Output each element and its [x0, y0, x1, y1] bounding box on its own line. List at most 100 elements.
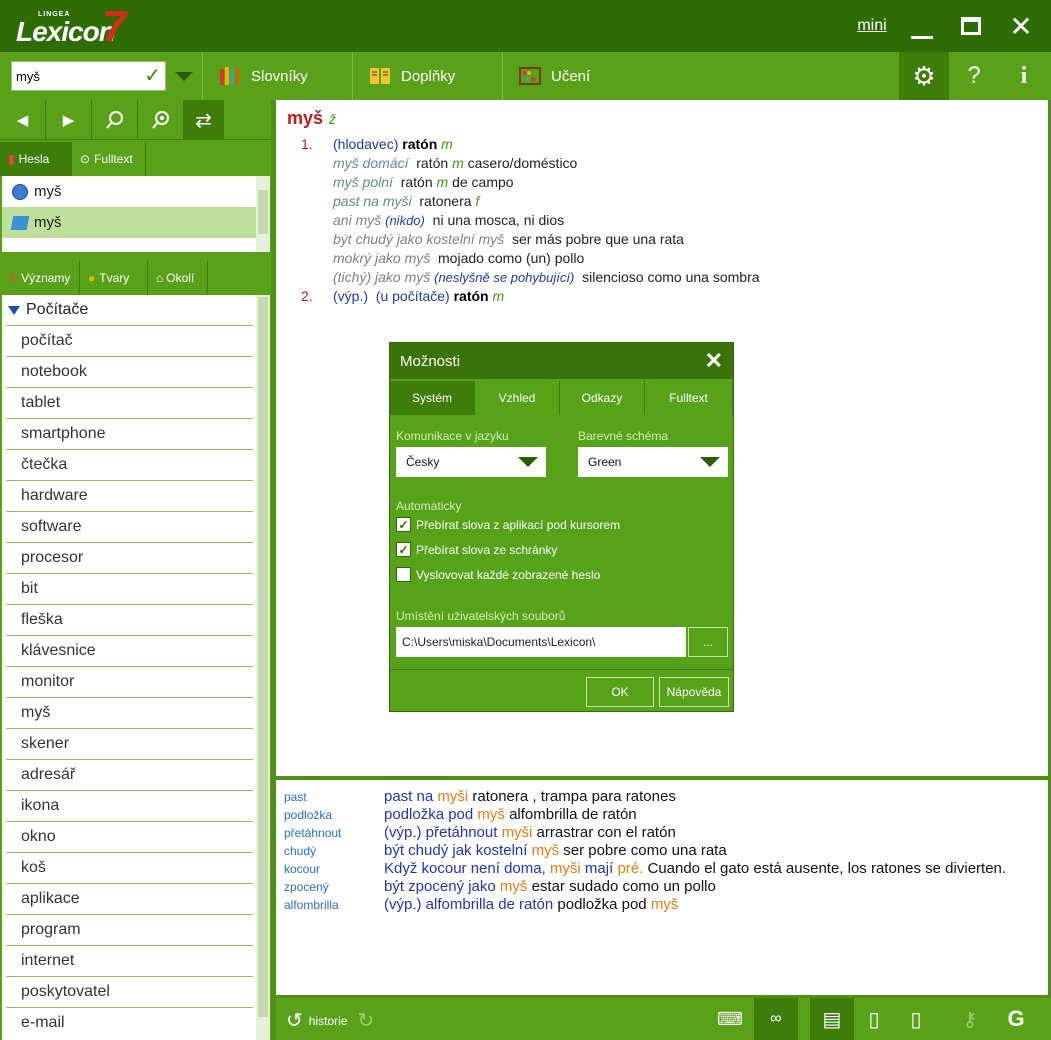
phrase-row[interactable]: chudý být chudý jak kostelní myš ser pobr…	[276, 842, 1048, 860]
phrase-row[interactable]: podložka podložka pod myš alfombrilla de …	[276, 806, 1048, 824]
tab-vyznamy[interactable]: ↯ Významy	[0, 261, 80, 295]
tab-vzhled[interactable]: Vzhled	[475, 381, 560, 415]
binoculars-button[interactable]: ∞	[754, 998, 798, 1040]
tab-hesla[interactable]: ▮ Hesla	[0, 142, 72, 176]
back-button[interactable]: ◀	[0, 100, 46, 140]
swap-direction-button[interactable]: ⇄	[184, 100, 224, 140]
word-list-item[interactable]: hardware	[6, 480, 253, 511]
word-list-item[interactable]: software	[6, 511, 253, 542]
maximize-button[interactable]	[950, 0, 992, 52]
color-scheme-select[interactable]: Green	[578, 447, 728, 477]
info-button[interactable]: i	[1000, 52, 1048, 100]
example-source[interactable]: (tichý) jako myš	[333, 269, 430, 285]
ok-button[interactable]: OK	[586, 677, 654, 707]
checkbox-cursor[interactable]: ✓ Přebírat slova z aplikací pod kursorem	[396, 517, 620, 532]
word-list-item[interactable]: čtečka	[6, 449, 253, 480]
help-dialog-button[interactable]: Nápověda	[659, 677, 729, 707]
word-list-item[interactable]: tablet	[6, 387, 253, 418]
word-list-item[interactable]: procesor	[6, 542, 253, 573]
forward-button[interactable]: ▶	[46, 100, 92, 140]
category-header[interactable]: Počítače	[2, 295, 270, 325]
phrase-key[interactable]: alfombrilla	[284, 898, 339, 912]
phrase-row[interactable]: kocour Když kocour není doma, myši mají p…	[276, 860, 1048, 878]
headword-row-selected[interactable]: myš	[2, 207, 270, 238]
word-list-item[interactable]: koš	[6, 852, 253, 883]
word-list-scrollbar[interactable]	[256, 295, 270, 1040]
tab-okoli[interactable]: ⌂ Okolí	[148, 261, 208, 295]
tab-system[interactable]: Systém	[390, 381, 475, 415]
redo-icon[interactable]: ↻	[357, 1008, 374, 1033]
tab-fulltext[interactable]: ⊙ Fulltext	[72, 142, 146, 176]
word-list-item[interactable]: monitor	[6, 666, 253, 697]
fulltext-search-button[interactable]	[138, 100, 184, 140]
phrase-row[interactable]: past past na myši ratonera , trampa para …	[276, 788, 1048, 806]
example-translation[interactable]: ratón	[401, 174, 433, 190]
word-list-item[interactable]: smartphone	[6, 418, 253, 449]
checkbox-clipboard[interactable]: ✓ Přebírat slova ze schránky	[396, 542, 557, 557]
minimize-button[interactable]	[902, 0, 942, 52]
browse-button[interactable]: ...	[688, 627, 728, 657]
translation[interactable]: ratón	[402, 136, 437, 152]
example-source[interactable]: myš domácí	[333, 155, 408, 171]
checkbox[interactable]: ✓	[396, 542, 411, 557]
example-translation[interactable]: ratón	[416, 155, 448, 171]
scroll-thumb[interactable]	[258, 297, 268, 1017]
example-translation[interactable]: ratonera	[419, 193, 471, 209]
check-icon[interactable]: ✓	[144, 65, 161, 87]
example-translation[interactable]: mojado como (un) pollo	[438, 250, 584, 266]
word-list-item[interactable]: bit	[6, 573, 253, 604]
example-source[interactable]: mokrý jako myš	[333, 250, 430, 266]
help-button[interactable]: ?	[950, 52, 998, 100]
phrase-row[interactable]: alfombrilla (výp.) alfombrilla de ratón p…	[276, 896, 1048, 914]
history-button[interactable]: ↺ historie ↻	[286, 1008, 374, 1033]
word-list-item[interactable]: internet	[6, 945, 253, 976]
close-button[interactable]: ✕	[1000, 0, 1042, 52]
phrase-key[interactable]: zpocený	[284, 880, 329, 894]
path-field[interactable]: C:\Users\miska\Documents\Lexicon\	[396, 627, 686, 657]
example-source[interactable]: ani myš	[333, 212, 381, 228]
word-list-item[interactable]: notebook	[6, 356, 253, 387]
tab-odkazy[interactable]: Odkazy	[560, 381, 645, 415]
word-list-item[interactable]: poskytovatel	[6, 976, 253, 1007]
phrase-key[interactable]: přetáhnout	[284, 826, 341, 840]
key-button[interactable]: ⚷	[948, 998, 992, 1040]
headword-scrollbar[interactable]	[256, 176, 270, 252]
example-translation[interactable]: de campo	[452, 174, 513, 190]
phrase-key[interactable]: podložka	[284, 808, 332, 822]
settings-button[interactable]: ⚙	[899, 52, 949, 100]
keyboard-button[interactable]: ⌨	[708, 998, 752, 1040]
tab-fulltext-options[interactable]: Fulltext	[645, 381, 733, 415]
phrase-row[interactable]: přetáhnout (výp.) přetáhnout myši arrastr…	[276, 824, 1048, 842]
word-list-item[interactable]: program	[6, 914, 253, 945]
example-translation[interactable]: casero/doméstico	[468, 155, 578, 171]
word-list-item[interactable]: fleška	[6, 604, 253, 635]
tab-slovniky[interactable]: Slovníky	[202, 52, 352, 100]
word-list-item[interactable]: myš	[6, 697, 253, 728]
headword-row[interactable]: myš	[2, 176, 270, 207]
full-entry-view-button[interactable]: ▤	[810, 998, 854, 1040]
example-source[interactable]: past na myši	[333, 193, 412, 209]
tab-tvary[interactable]: ● Tvary	[80, 261, 148, 295]
example-source[interactable]: být chudý jako kostelní myš	[333, 231, 504, 247]
mini-mode-button[interactable]: mini	[852, 0, 892, 52]
scroll-thumb[interactable]	[258, 190, 268, 234]
word-list-item[interactable]: klávesnice	[6, 635, 253, 666]
word-list-item[interactable]: e-mail	[6, 1007, 253, 1038]
dialog-close-button[interactable]: ✕	[705, 348, 723, 374]
word-list-item[interactable]: ikona	[6, 790, 253, 821]
word-list-item[interactable]: adresář	[6, 759, 253, 790]
search-button[interactable]	[92, 100, 138, 140]
entry-headword[interactable]: myš	[287, 108, 323, 128]
phrase-key[interactable]: kocour	[284, 862, 320, 876]
phrase-key[interactable]: past	[284, 790, 307, 804]
language-select[interactable]: Česky	[396, 447, 546, 477]
tab-doplnky[interactable]: Doplňky	[352, 52, 502, 100]
compact-view-button[interactable]: ▯	[852, 998, 896, 1040]
example-translation[interactable]: silencioso como una sombra	[582, 269, 759, 285]
phrase-row[interactable]: zpocený být zpocený jako myš estar sudado…	[276, 878, 1048, 896]
search-input[interactable]	[16, 66, 136, 86]
translation[interactable]: ratón	[454, 288, 489, 304]
word-list-item[interactable]: počítač	[6, 325, 253, 356]
google-button[interactable]: G	[994, 998, 1038, 1040]
example-translation[interactable]: ni una mosca, ni dios	[433, 212, 565, 228]
